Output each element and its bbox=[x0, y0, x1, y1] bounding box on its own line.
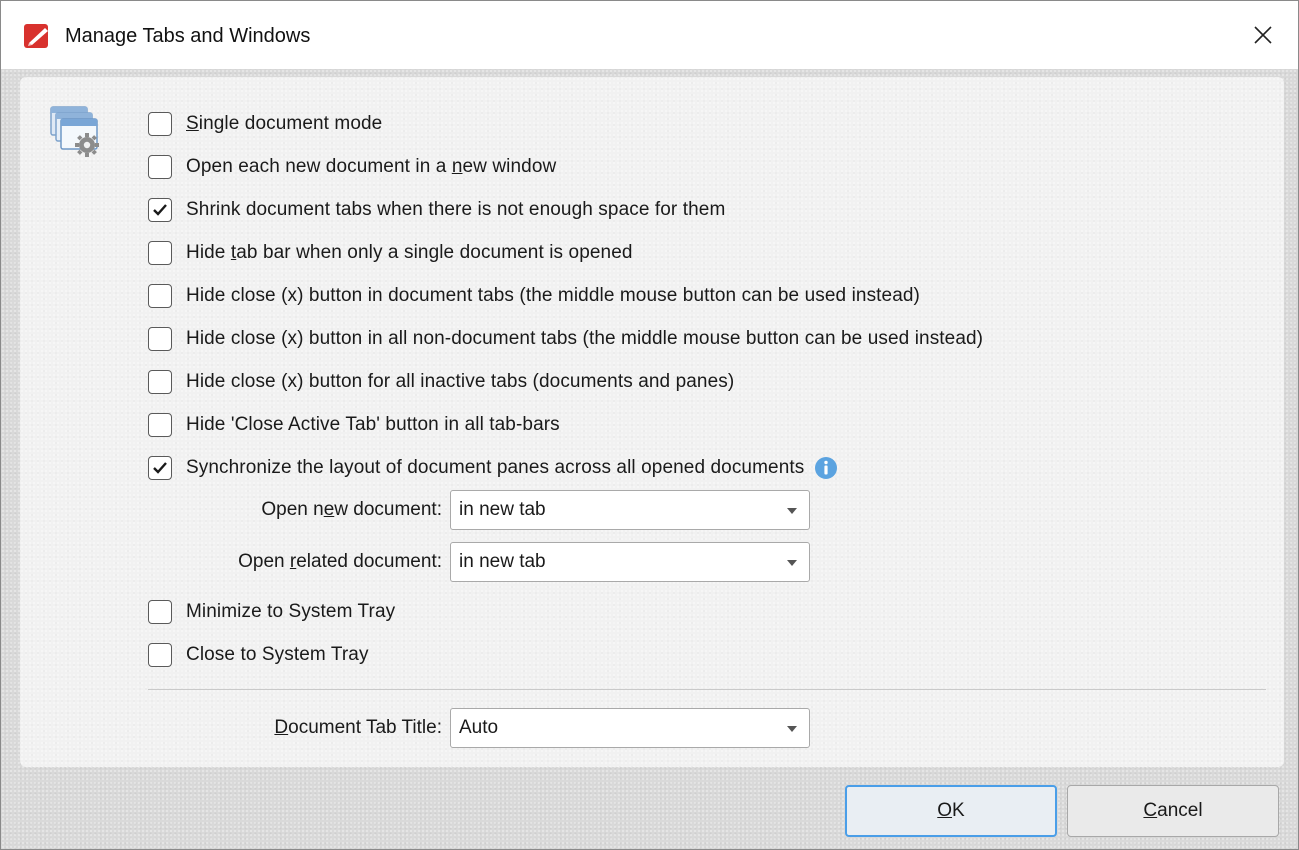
option-hide-tab-bar[interactable]: Hide tab bar when only a single document… bbox=[148, 238, 633, 268]
option-label: Hide close (x) button in document tabs (… bbox=[186, 285, 920, 306]
option-label: Minimize to System Tray bbox=[186, 601, 396, 622]
option-single-document-mode[interactable]: Single document mode bbox=[148, 109, 382, 139]
open-new-document-select[interactable]: in new tab bbox=[450, 490, 810, 530]
checkbox[interactable] bbox=[148, 370, 172, 394]
option-open-new-window[interactable]: Open each new document in a new window bbox=[148, 152, 556, 182]
option-sync-layout[interactable]: Synchronize the layout of document panes… bbox=[148, 453, 838, 483]
checkmark-icon bbox=[153, 204, 167, 216]
document-tab-title-label: Document Tab Title: bbox=[274, 717, 442, 738]
title-bar: Manage Tabs and Windows bbox=[1, 1, 1298, 69]
option-label: Hide close (x) button for all inactive t… bbox=[186, 371, 735, 392]
ok-button[interactable]: OK bbox=[845, 785, 1057, 837]
chevron-down-icon bbox=[787, 726, 797, 732]
option-close-to-tray[interactable]: Close to System Tray bbox=[148, 640, 369, 670]
checkbox[interactable] bbox=[148, 600, 172, 624]
option-hide-close-non-doc-tabs[interactable]: Hide close (x) button in all non-documen… bbox=[148, 324, 983, 354]
open-new-document-row: Open new document: in new tab bbox=[100, 489, 810, 531]
close-button[interactable] bbox=[1228, 1, 1298, 69]
option-label: Hide 'Close Active Tab' button in all ta… bbox=[186, 414, 560, 435]
option-label: Single document mode bbox=[186, 113, 383, 134]
dialog-window: Manage Tabs and Windows Single document … bbox=[0, 0, 1299, 850]
chevron-down-icon bbox=[787, 508, 797, 514]
checkbox[interactable] bbox=[148, 198, 172, 222]
ok-button-label: OK bbox=[937, 800, 965, 821]
open-new-document-label: Open new document: bbox=[261, 499, 442, 520]
option-label: Close to System Tray bbox=[186, 644, 369, 665]
option-label: Open each new document in a new window bbox=[186, 156, 557, 177]
checkbox[interactable] bbox=[148, 413, 172, 437]
checkbox[interactable] bbox=[148, 456, 172, 480]
options-panel: Single document mode Open each new docum… bbox=[20, 77, 1284, 767]
select-value: in new tab bbox=[459, 551, 546, 572]
checkbox[interactable] bbox=[148, 643, 172, 667]
info-icon[interactable] bbox=[814, 456, 838, 480]
checkbox[interactable] bbox=[148, 284, 172, 308]
select-value: Auto bbox=[459, 717, 499, 738]
document-tab-title-row: Document Tab Title: Auto bbox=[100, 707, 810, 749]
option-minimize-to-tray[interactable]: Minimize to System Tray bbox=[148, 597, 395, 627]
app-logo-icon bbox=[24, 24, 48, 48]
open-related-document-row: Open related document: in new tab bbox=[100, 541, 810, 583]
checkbox[interactable] bbox=[148, 241, 172, 265]
option-hide-close-active-tab-button[interactable]: Hide 'Close Active Tab' button in all ta… bbox=[148, 410, 560, 440]
checkbox[interactable] bbox=[148, 155, 172, 179]
option-shrink-tabs[interactable]: Shrink document tabs when there is not e… bbox=[148, 195, 725, 225]
window-title: Manage Tabs and Windows bbox=[65, 25, 311, 47]
option-hide-close-inactive-tabs[interactable]: Hide close (x) button for all inactive t… bbox=[148, 367, 734, 397]
tabs-settings-icon bbox=[50, 106, 99, 157]
cancel-button-label: Cancel bbox=[1143, 800, 1203, 821]
chevron-down-icon bbox=[787, 560, 797, 566]
divider bbox=[148, 689, 1266, 690]
checkbox[interactable] bbox=[148, 112, 172, 136]
checkmark-icon bbox=[153, 462, 167, 474]
option-label: Shrink document tabs when there is not e… bbox=[186, 199, 726, 220]
open-related-document-select[interactable]: in new tab bbox=[450, 542, 810, 582]
option-label: Hide close (x) button in all non-documen… bbox=[186, 328, 984, 349]
option-label: Hide tab bar when only a single document… bbox=[186, 242, 633, 263]
dialog-body: Single document mode Open each new docum… bbox=[1, 69, 1298, 849]
option-label: Synchronize the layout of document panes… bbox=[186, 457, 805, 478]
option-hide-close-doc-tabs[interactable]: Hide close (x) button in document tabs (… bbox=[148, 281, 920, 311]
document-tab-title-select[interactable]: Auto bbox=[450, 708, 810, 748]
select-value: in new tab bbox=[459, 499, 546, 520]
open-related-document-label: Open related document: bbox=[238, 551, 442, 572]
close-icon bbox=[1254, 26, 1272, 44]
checkbox[interactable] bbox=[148, 327, 172, 351]
cancel-button[interactable]: Cancel bbox=[1067, 785, 1279, 837]
